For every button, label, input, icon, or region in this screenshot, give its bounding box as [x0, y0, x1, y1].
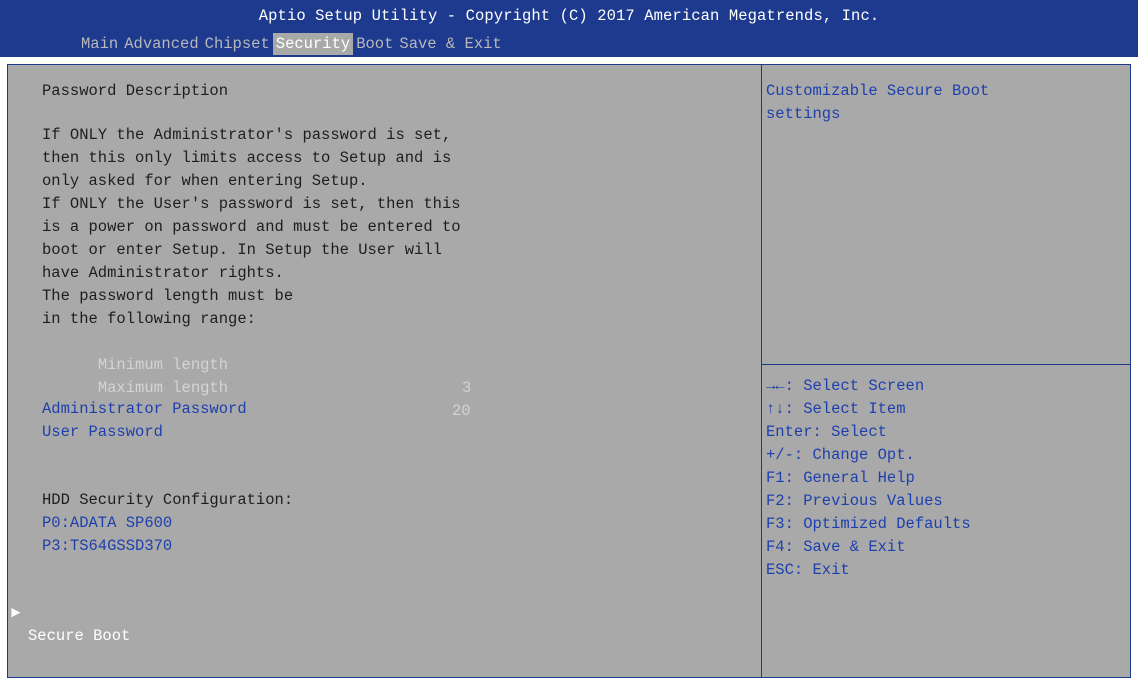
minimum-length-value: 3	[462, 379, 472, 397]
minimum-length-row: Minimum length 3	[42, 331, 542, 397]
administrator-password-item[interactable]: Administrator Password	[42, 398, 247, 421]
tab-bar: Main Advanced Chipset Security Boot Save…	[78, 33, 505, 55]
key-hint-esc-exit: ESC: Exit	[766, 561, 850, 579]
title-bar: Aptio Setup Utility - Copyright (C) 2017…	[0, 0, 1138, 57]
tab-main[interactable]: Main	[78, 33, 121, 55]
hdd-item-p0[interactable]: P0:ADATA SP600	[42, 512, 172, 535]
key-hint-optimized-defaults: F3: Optimized Defaults	[766, 515, 971, 533]
maximum-length-label: Maximum length	[97, 379, 229, 397]
help-text-line: settings	[766, 105, 841, 123]
tab-security[interactable]: Security	[272, 33, 354, 55]
key-hint-general-help: F1: General Help	[766, 469, 915, 487]
description-line: then this only limits access to Setup an…	[42, 149, 452, 167]
tab-chipset[interactable]: Chipset	[202, 33, 273, 55]
tab-advanced[interactable]: Advanced	[121, 33, 201, 55]
description-line: is a power on password and must be enter…	[42, 218, 461, 236]
submenu-arrow-icon: ►	[11, 604, 21, 622]
description-line: in the following range:	[42, 310, 256, 328]
vertical-divider	[761, 65, 762, 677]
user-password-item[interactable]: User Password	[42, 421, 163, 444]
key-hint-select-item: ↑↓: Select Item	[766, 400, 906, 418]
description-line: The password length must be	[42, 287, 294, 305]
description-line: If ONLY the User's password is set, then…	[42, 195, 461, 213]
hdd-item-p3[interactable]: P3:TS64GSSD370	[42, 535, 172, 558]
description-line: have Administrator rights.	[42, 264, 284, 282]
help-text-line: Customizable Secure Boot	[766, 82, 990, 100]
secure-boot-item[interactable]: ► Secure Boot	[8, 579, 708, 645]
description-line: boot or enter Setup. In Setup the User w…	[42, 241, 442, 259]
tab-save-exit[interactable]: Save & Exit	[396, 33, 504, 55]
secure-boot-label: Secure Boot	[28, 627, 131, 645]
password-description-heading: Password Description	[42, 82, 229, 100]
key-hint-save-exit: F4: Save & Exit	[766, 538, 906, 556]
maximum-length-value: 20	[452, 402, 471, 420]
setup-frame: Password Description If ONLY the Adminis…	[7, 64, 1131, 678]
description-line: If ONLY the Administrator's password is …	[42, 126, 452, 144]
horizontal-divider	[762, 364, 1130, 365]
key-hint-enter: Enter: Select	[766, 423, 887, 441]
key-hint-change-opt: +/-: Change Opt.	[766, 446, 915, 464]
key-hint-previous-values: F2: Previous Values	[766, 492, 943, 510]
description-line: only asked for when entering Setup.	[42, 172, 368, 190]
maximum-length-row: Maximum length 20	[42, 354, 542, 420]
hdd-security-heading: HDD Security Configuration:	[42, 491, 294, 509]
tab-boot[interactable]: Boot	[353, 33, 396, 55]
window-title: Aptio Setup Utility - Copyright (C) 2017…	[258, 7, 880, 25]
key-hint-select-screen: →←: Select Screen	[766, 377, 925, 395]
